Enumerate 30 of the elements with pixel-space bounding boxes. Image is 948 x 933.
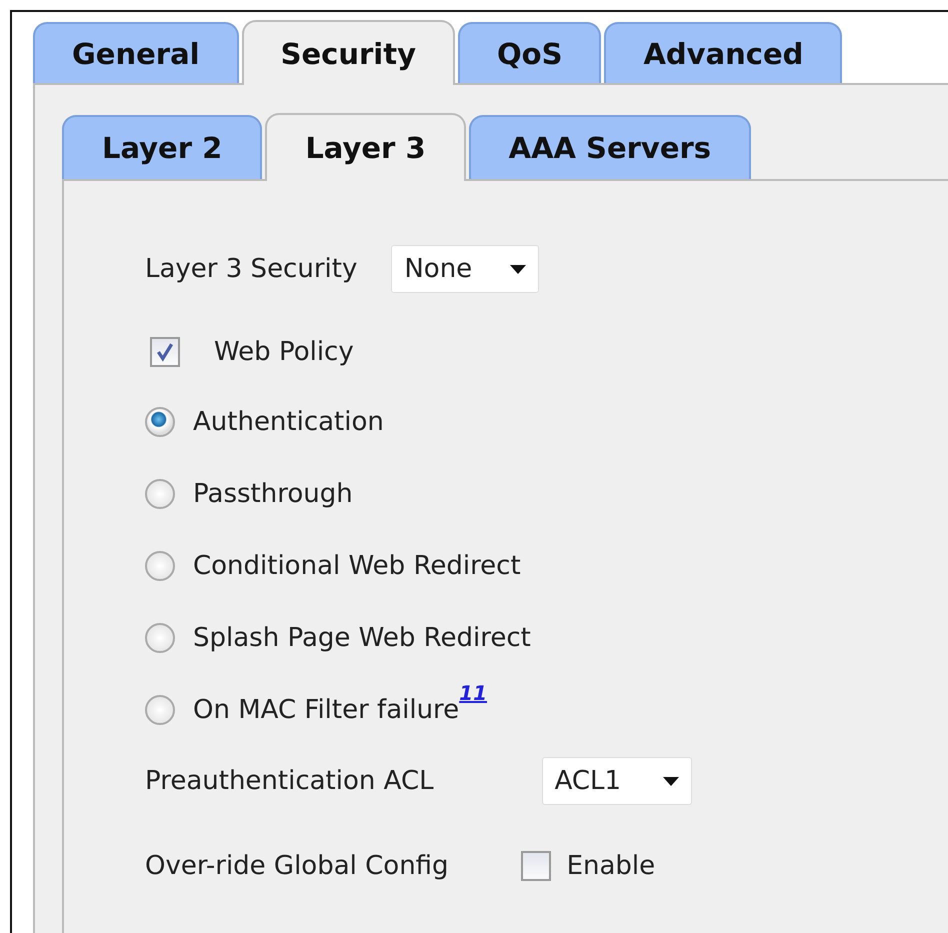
tab[interactable]: AAA Servers [468,115,752,179]
radio-label: Passthrough [193,479,353,509]
checkbox-label: Web Policy [214,337,354,367]
tab[interactable]: Layer 3 [265,113,466,181]
security-dropdown[interactable]: None [391,245,540,293]
caret-icon [662,776,679,786]
tab[interactable]: Security [242,20,456,85]
field-label: Preauthentication ACL [145,766,434,796]
radio-button[interactable] [145,407,175,437]
acl-dropdown[interactable]: ACL1 [542,757,692,805]
radio-button[interactable] [145,551,175,581]
field-label: Layer 3 Security [145,254,358,284]
checkbox[interactable] [150,337,180,367]
footnote-link[interactable]: 11 [459,681,488,705]
field-label: Over-ride Global Config [145,851,449,881]
radio-label: Authentication [193,407,384,437]
radio-button[interactable] [145,695,175,725]
radio-label: Splash Page Web Redirect [193,623,531,653]
radio-label: On MAC Filter failure [193,695,460,725]
caret-icon [510,264,526,274]
tab[interactable]: Advanced [604,22,842,83]
tab[interactable]: QoS [458,22,602,83]
tab[interactable]: Layer 2 [62,115,262,179]
checkbox[interactable] [520,851,551,881]
radio-button[interactable] [145,623,175,653]
checkmark-icon [154,341,176,363]
tab[interactable]: General [33,22,239,83]
radio-button[interactable] [145,479,175,509]
checkbox-label: Enable [566,851,656,881]
radio-label: Conditional Web Redirect [193,551,521,581]
